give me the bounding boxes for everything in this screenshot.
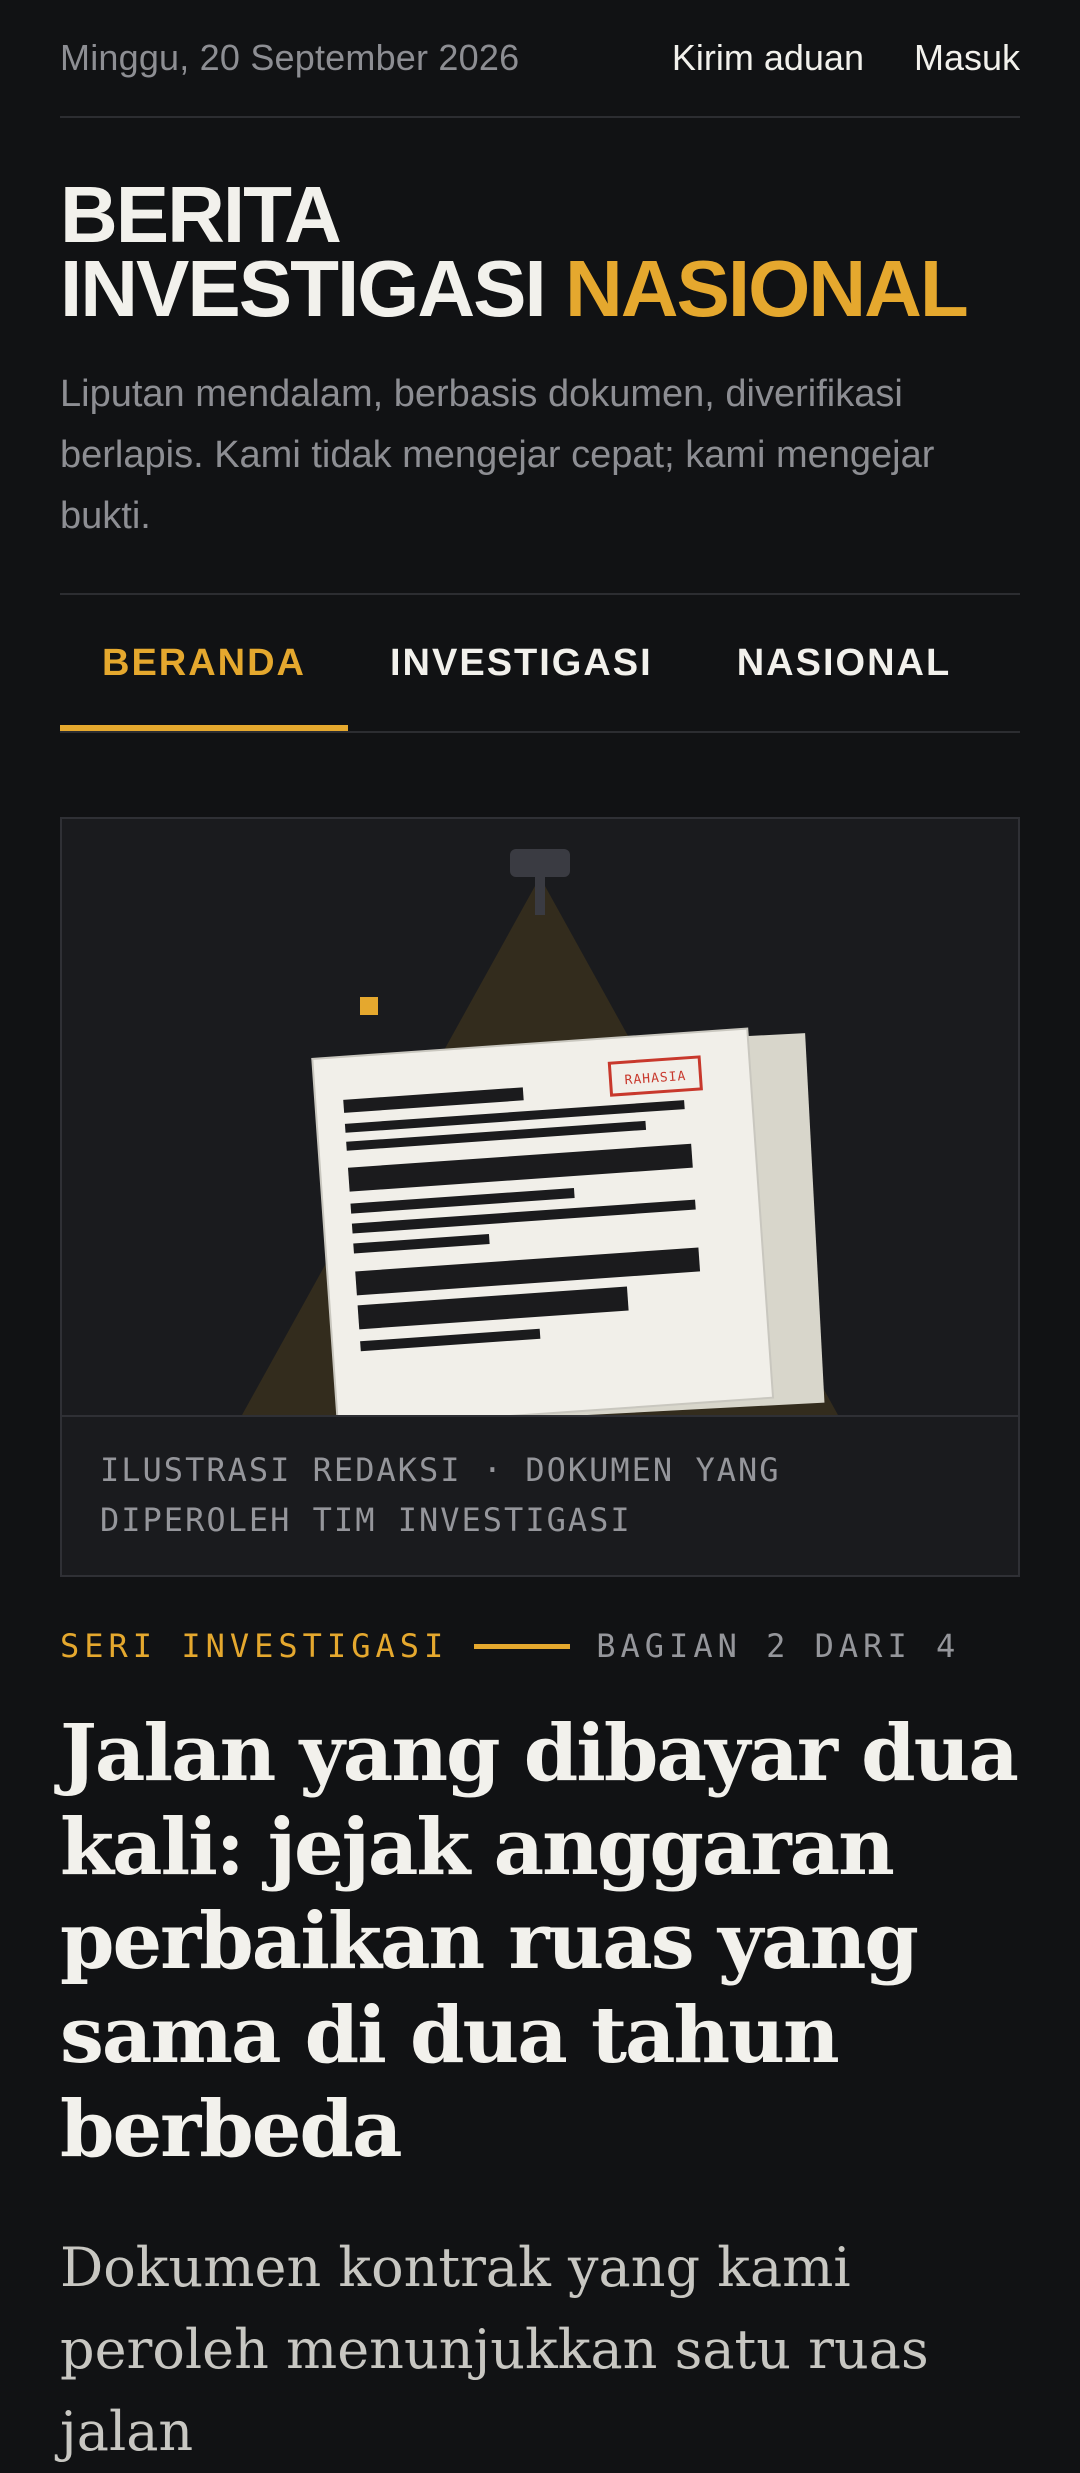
- masthead-accent: NASIONAL: [565, 244, 969, 333]
- tab-nasional[interactable]: NASIONAL: [695, 595, 993, 731]
- send-complaint-link[interactable]: Kirim aduan: [672, 37, 864, 79]
- tab-investigasi[interactable]: INVESTIGASI: [348, 595, 695, 731]
- page: Minggu, 20 September 2026 Kirim aduan Ma…: [60, 0, 1020, 2473]
- top-bar: Minggu, 20 September 2026 Kirim aduan Ma…: [60, 0, 1020, 118]
- tab-beranda[interactable]: BERANDA: [60, 595, 348, 731]
- site-logo[interactable]: BERITA INVESTIGASI NASIONAL: [60, 170, 1020, 329]
- kicker-divider: [474, 1643, 571, 1649]
- masthead-main: INVESTIGASI: [60, 244, 547, 333]
- series-part: BAGIAN 2 DARI 4: [596, 1627, 961, 1665]
- masthead-line-2: INVESTIGASI NASIONAL: [60, 249, 1020, 329]
- current-date: Minggu, 20 September 2026: [60, 37, 520, 78]
- accent-dot: [360, 997, 378, 1015]
- series-label[interactable]: SERI INVESTIGASI: [60, 1627, 448, 1665]
- lamp-icon: [510, 849, 570, 877]
- top-links: Kirim aduan Masuk: [672, 37, 1020, 79]
- article-kicker: SERI INVESTIGASI BAGIAN 2 DARI 4: [60, 1627, 1020, 1665]
- hero-caption: ILUSTRASI REDAKSI · DOKUMEN YANG DIPEROL…: [62, 1415, 1018, 1575]
- masthead-line-1: BERITA: [60, 170, 342, 259]
- site-tagline: Liputan mendalam, berbasis dokumen, dive…: [60, 364, 1020, 595]
- hero-illustration: RAHASIA: [62, 819, 1018, 1415]
- login-link[interactable]: Masuk: [914, 37, 1020, 79]
- article-headline[interactable]: Jalan yang dibayar dua kali: jejak angga…: [60, 1707, 1020, 2177]
- section-tabs: BERANDA INVESTIGASI NASIONAL: [60, 595, 1020, 733]
- hero-figure: RAHASIA ILUSTRASI REDAKSI · DOKUMEN YANG…: [60, 817, 1020, 1577]
- article-dek: Dokumen kontrak yang kami peroleh menunj…: [60, 2236, 929, 2463]
